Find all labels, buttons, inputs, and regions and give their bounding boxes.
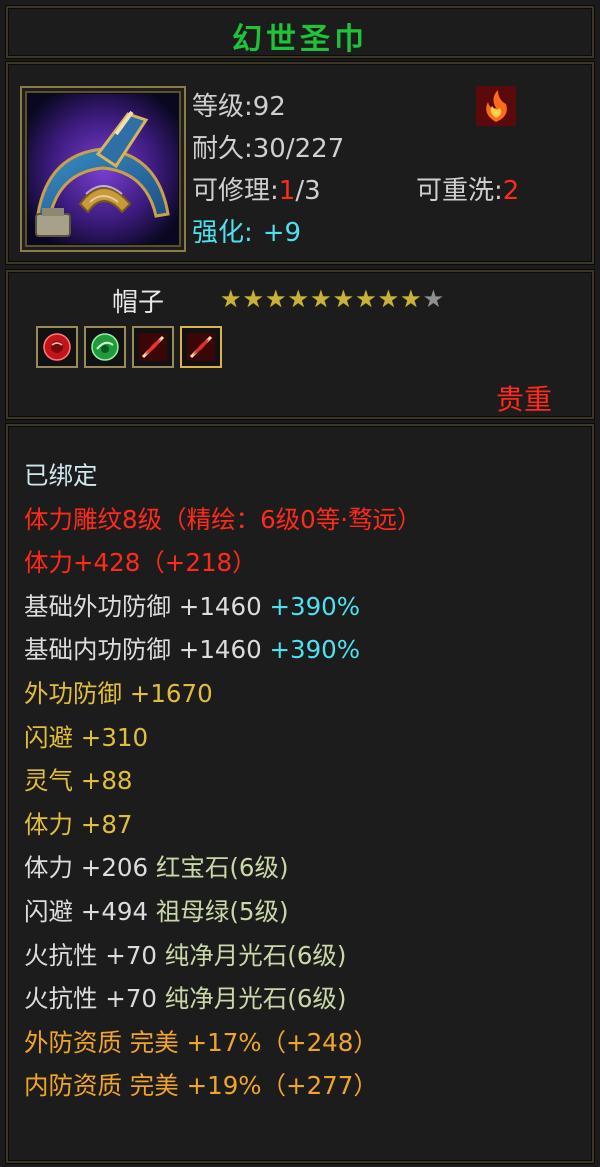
stat-text: 基础内功防御 +1460 (24, 635, 270, 665)
item-type-panel: 帽子 ★ ★ ★ ★ ★ ★ ★ ★ ★ ★ 贵重 (6, 270, 594, 419)
stat-text: 祖母绿(5级) (155, 896, 289, 926)
stats-list: 已绑定体力雕纹8级（精绘：6级0等·骛远） 体力+428（+218） 基础外功防御 … (24, 454, 422, 1108)
repair-value: 1 (278, 176, 296, 206)
stat-text: 体力雕纹8级（精绘：6级0等·骛远） (24, 504, 422, 534)
stat-text: 闪避 +494 (24, 896, 156, 926)
stat-line: 基础内功防御 +1460 +390% (24, 628, 422, 672)
repair-max: /3 (295, 176, 321, 206)
stat-text: 体力+428（+218） (24, 548, 257, 578)
star-icon: ★ (355, 285, 377, 313)
repair-info: 可修理:1/3 (192, 170, 321, 207)
enhance-label: 强化: (192, 218, 253, 248)
stat-line: 外功防御 +1670 (24, 672, 422, 716)
stat-text: 纯净月光石(6级) (164, 984, 347, 1014)
stat-text: 已绑定 (24, 461, 98, 490)
fire-element-icon (476, 86, 516, 126)
enhance-value: +9 (262, 218, 302, 248)
stat-text: 外防资质 完美 +17%（+248） (24, 1027, 378, 1057)
star-icon: ★ (377, 285, 400, 313)
gem-slot[interactable] (132, 326, 174, 368)
stat-text: 闪避 +310 (24, 722, 149, 752)
stat-text: 内防资质 完美 +19%（+277） (24, 1071, 378, 1101)
star-icon: ★ (242, 285, 265, 313)
gem-slot[interactable] (180, 326, 222, 368)
stat-line: 已绑定 (24, 454, 422, 498)
gem-slot[interactable] (36, 326, 78, 368)
stat-line: 闪避 +310 (24, 716, 422, 760)
stat-text: 灵气 +88 (24, 766, 133, 796)
stat-line: 闪避 +494 祖母绿(5级) (24, 890, 422, 934)
reroll-label: 可重洗: (416, 176, 503, 206)
star-icon: ★ (332, 285, 355, 313)
stat-line: 灵气 +88 (24, 759, 422, 803)
rarity-label: 贵重 (495, 383, 552, 416)
red-fire-gem-icon (139, 333, 167, 361)
stat-line: 基础外功防御 +1460 +390% (24, 585, 422, 629)
stat-text: 外功防御 +1670 (24, 678, 213, 708)
stat-line: 火抗性 +70 纯净月光石(6级) (24, 977, 422, 1021)
repair-label: 可修理: (192, 176, 279, 206)
gem-slot[interactable] (84, 326, 126, 368)
star-icon: ★ (310, 285, 332, 313)
red-gem-icon (43, 333, 71, 361)
star-icon: ★ (220, 285, 242, 313)
reroll-info: 可重洗:2 (416, 170, 519, 207)
stat-text: 火抗性 +70 (24, 940, 165, 970)
item-type: 帽子 (112, 288, 165, 318)
stat-line: 外防资质 完美 +17%（+248） (24, 1021, 422, 1065)
stat-line: 体力雕纹8级（精绘：6级0等·骛远） (24, 498, 422, 542)
item-name: 幻世圣巾 (232, 22, 368, 57)
stat-text: +390% (269, 635, 361, 665)
star-rating: ★ ★ ★ ★ ★ ★ ★ ★ ★ ★ (220, 286, 444, 312)
headband-item-icon (28, 94, 178, 244)
stat-text: 体力 +206 (24, 853, 156, 883)
stat-text: 火抗性 +70 (24, 984, 165, 1014)
stat-text: 红宝石(6级) (155, 853, 289, 883)
stat-line: 体力+428（+218） (24, 541, 422, 585)
stat-line: 体力 +206 红宝石(6级) (24, 846, 422, 890)
star-icon: ★ (287, 285, 310, 313)
stat-line: 体力 +87 (24, 803, 422, 847)
gold-fire-gem-icon (187, 333, 215, 361)
gem-slots (36, 326, 222, 368)
item-level: 等级:92 (192, 92, 286, 122)
star-icon: ★ (422, 285, 445, 313)
stat-text: +390% (269, 591, 361, 621)
title-panel: 幻世圣巾 (6, 6, 594, 58)
item-icon-frame[interactable] (20, 86, 186, 252)
star-icon: ★ (265, 285, 287, 313)
item-stats-panel: 已绑定体力雕纹8级（精绘：6级0等·骛远） 体力+428（+218） 基础外功防御 … (6, 424, 594, 1163)
stat-line: 火抗性 +70 纯净月光石(6级) (24, 934, 422, 978)
item-durability: 耐久:30/227 (192, 134, 345, 164)
stat-text: 基础外功防御 +1460 (24, 591, 270, 621)
green-gem-icon (91, 333, 119, 361)
reroll-value: 2 (502, 176, 520, 206)
stat-text: 纯净月光石(6级) (164, 940, 347, 970)
star-icon: ★ (400, 285, 422, 313)
enhance-info: 强化: +9 (192, 212, 301, 249)
item-info-panel: 等级:92 耐久:30/227 可修理:1/3 可重洗:2 强化: +9 (6, 62, 594, 264)
stat-text: 体力 +87 (24, 809, 133, 839)
stat-line: 内防资质 完美 +19%（+277） (24, 1064, 422, 1108)
